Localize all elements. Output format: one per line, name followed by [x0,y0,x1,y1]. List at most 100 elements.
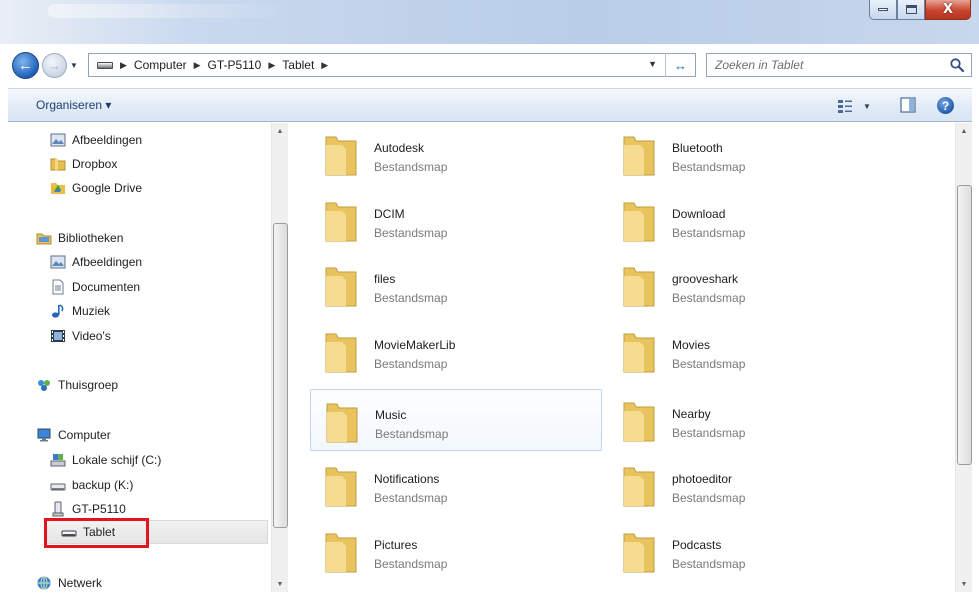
folder-item[interactable]: files Bestandsmap [310,254,602,316]
folder-item[interactable]: Bluetooth Bestandsmap [608,123,900,185]
content-scrollbar[interactable]: ▲ ▼ [955,123,972,592]
folder-item[interactable]: Autodesk Bestandsmap [310,123,602,185]
folder-item[interactable]: Pictures Bestandsmap [310,520,602,582]
command-bar: Organiseren ▾ ▼ ? [8,88,972,122]
folder-icon [325,333,357,373]
nav-item-backup-k[interactable]: backup (K:) [50,474,133,496]
folder-icon [623,533,655,573]
minimize-button[interactable] [869,0,897,20]
folder-item[interactable]: grooveshark Bestandsmap [608,254,900,316]
breadcrumb-computer[interactable]: Computer [134,58,187,72]
nav-item-local-disk-c[interactable]: Lokale schijf (C:) [50,449,161,471]
scrollbar-thumb[interactable] [957,185,972,465]
close-icon: X [942,2,954,17]
folder-type: Bestandsmap [672,491,746,505]
folder-item-selected[interactable]: Music Bestandsmap [310,389,602,451]
address-dropdown-icon[interactable]: ▼ [648,59,657,69]
scrollbar-thumb[interactable] [273,223,288,528]
folder-item[interactable]: Nearby Bestandsmap [608,389,900,451]
breadcrumb-separator-icon[interactable]: ▶ [268,60,275,71]
folder-item[interactable]: DCIM Bestandsmap [310,189,602,251]
nav-item-afbeeldingen[interactable]: Afbeeldingen [50,129,142,151]
breadcrumb-separator-icon[interactable]: ▶ [120,60,127,71]
folder-type: Bestandsmap [672,426,746,440]
drive-icon [50,483,66,491]
breadcrumb-separator-icon[interactable]: ▶ [321,60,328,71]
recent-pages-button[interactable]: ▼ [68,60,80,70]
scroll-down-arrow-icon[interactable]: ▼ [272,576,288,592]
folder-item[interactable]: Podcasts Bestandsmap [608,520,900,582]
nav-item-label: Documenten [72,280,141,294]
folder-type: Bestandsmap [672,557,746,571]
folder-name: Bluetooth [672,141,723,155]
change-view-button[interactable]: ▼ [837,98,877,114]
breadcrumb-gt-p5110[interactable]: GT-P5110 [208,58,262,72]
chevron-down-icon[interactable]: ▼ [863,102,871,111]
nav-item-gt-p5110[interactable]: GT-P5110 [50,498,126,520]
nav-item-label: Afbeeldingen [72,133,143,147]
maximize-icon [905,5,917,14]
address-bar[interactable]: ▶ Computer ▶ GT-P5110 ▶ Tablet ▶ ▼ ↔ [88,53,696,77]
nav-item-label: Computer [58,428,111,442]
search-box[interactable]: Zoeken in Tablet [706,53,972,77]
nav-item-thuisgroep[interactable]: Thuisgroep [36,374,118,396]
scroll-up-arrow-icon[interactable]: ▲ [272,123,288,139]
network-icon [37,576,51,590]
scroll-down-arrow-icon[interactable]: ▼ [956,576,972,592]
forward-button[interactable]: → [42,53,67,78]
folder-item[interactable]: MovieMakerLib Bestandsmap [310,320,602,382]
back-button[interactable]: ← [12,52,39,79]
google-drive-icon [51,183,65,194]
folder-item[interactable]: Download Bestandsmap [608,189,900,251]
folder-icon [50,158,66,171]
close-button[interactable]: X [925,0,971,20]
homegroup-icon [38,380,50,391]
libraries-icon [36,233,52,245]
folder-type: Bestandsmap [672,291,746,305]
breadcrumb-separator-icon[interactable]: ▶ [194,60,201,71]
folder-item[interactable]: photoeditor Bestandsmap [608,454,900,516]
folder-type: Bestandsmap [374,557,448,571]
folder-name: DCIM [374,207,405,221]
nav-item-netwerk[interactable]: Netwerk [36,572,102,592]
folder-name: Pictures [374,538,418,552]
refresh-icon: ↔ [674,57,687,73]
folder-type: Bestandsmap [375,427,449,441]
help-button[interactable]: ? [937,97,954,114]
folder-name: Music [375,408,407,422]
nav-item-label: Netwerk [58,576,103,590]
nav-item-label: GT-P5110 [72,502,126,516]
tablet-highlight-box [44,518,149,548]
organize-menu[interactable]: Organiseren ▾ [36,98,111,112]
maximize-button[interactable] [897,0,925,20]
folder-icon [325,267,357,307]
refresh-button[interactable]: ↔ [665,53,695,77]
navigation-scrollbar[interactable]: ▲ ▼ [271,123,288,592]
nav-item-muziek[interactable]: Muziek [50,300,110,322]
search-icon[interactable] [949,57,965,73]
folder-item[interactable]: Notifications Bestandsmap [310,454,602,516]
folder-name: grooveshark [672,272,739,286]
local-disk-icon [50,454,66,467]
nav-item-label: Dropbox [72,157,118,171]
device-icon [52,501,64,517]
search-input[interactable]: Zoeken in Tablet [715,58,803,72]
scroll-up-arrow-icon[interactable]: ▲ [956,123,972,139]
folder-icon [623,267,655,307]
folder-icon [623,202,655,242]
nav-item-bibliotheken[interactable]: Bibliotheken [36,227,123,249]
nav-item-dropbox[interactable]: Dropbox [50,153,117,175]
arrow-left-icon: ← [18,57,33,74]
nav-item-computer[interactable]: Computer [36,424,111,446]
preview-pane-icon[interactable] [900,97,916,113]
folder-type: Bestandsmap [374,160,448,174]
folder-item[interactable]: Movies Bestandsmap [608,320,900,382]
nav-item-documenten[interactable]: Documenten [50,276,140,298]
breadcrumb-tablet[interactable]: Tablet [282,58,314,72]
nav-item-google-drive[interactable]: Google Drive [50,177,142,199]
nav-item-afbeeldingen-lib[interactable]: Afbeeldingen [50,251,142,273]
folder-type: Bestandsmap [374,226,448,240]
folder-list: Autodesk Bestandsmap Bluetooth Bestandsm… [296,123,954,592]
folder-name: Autodesk [374,141,425,155]
nav-item-videos[interactable]: Video's [50,325,111,347]
